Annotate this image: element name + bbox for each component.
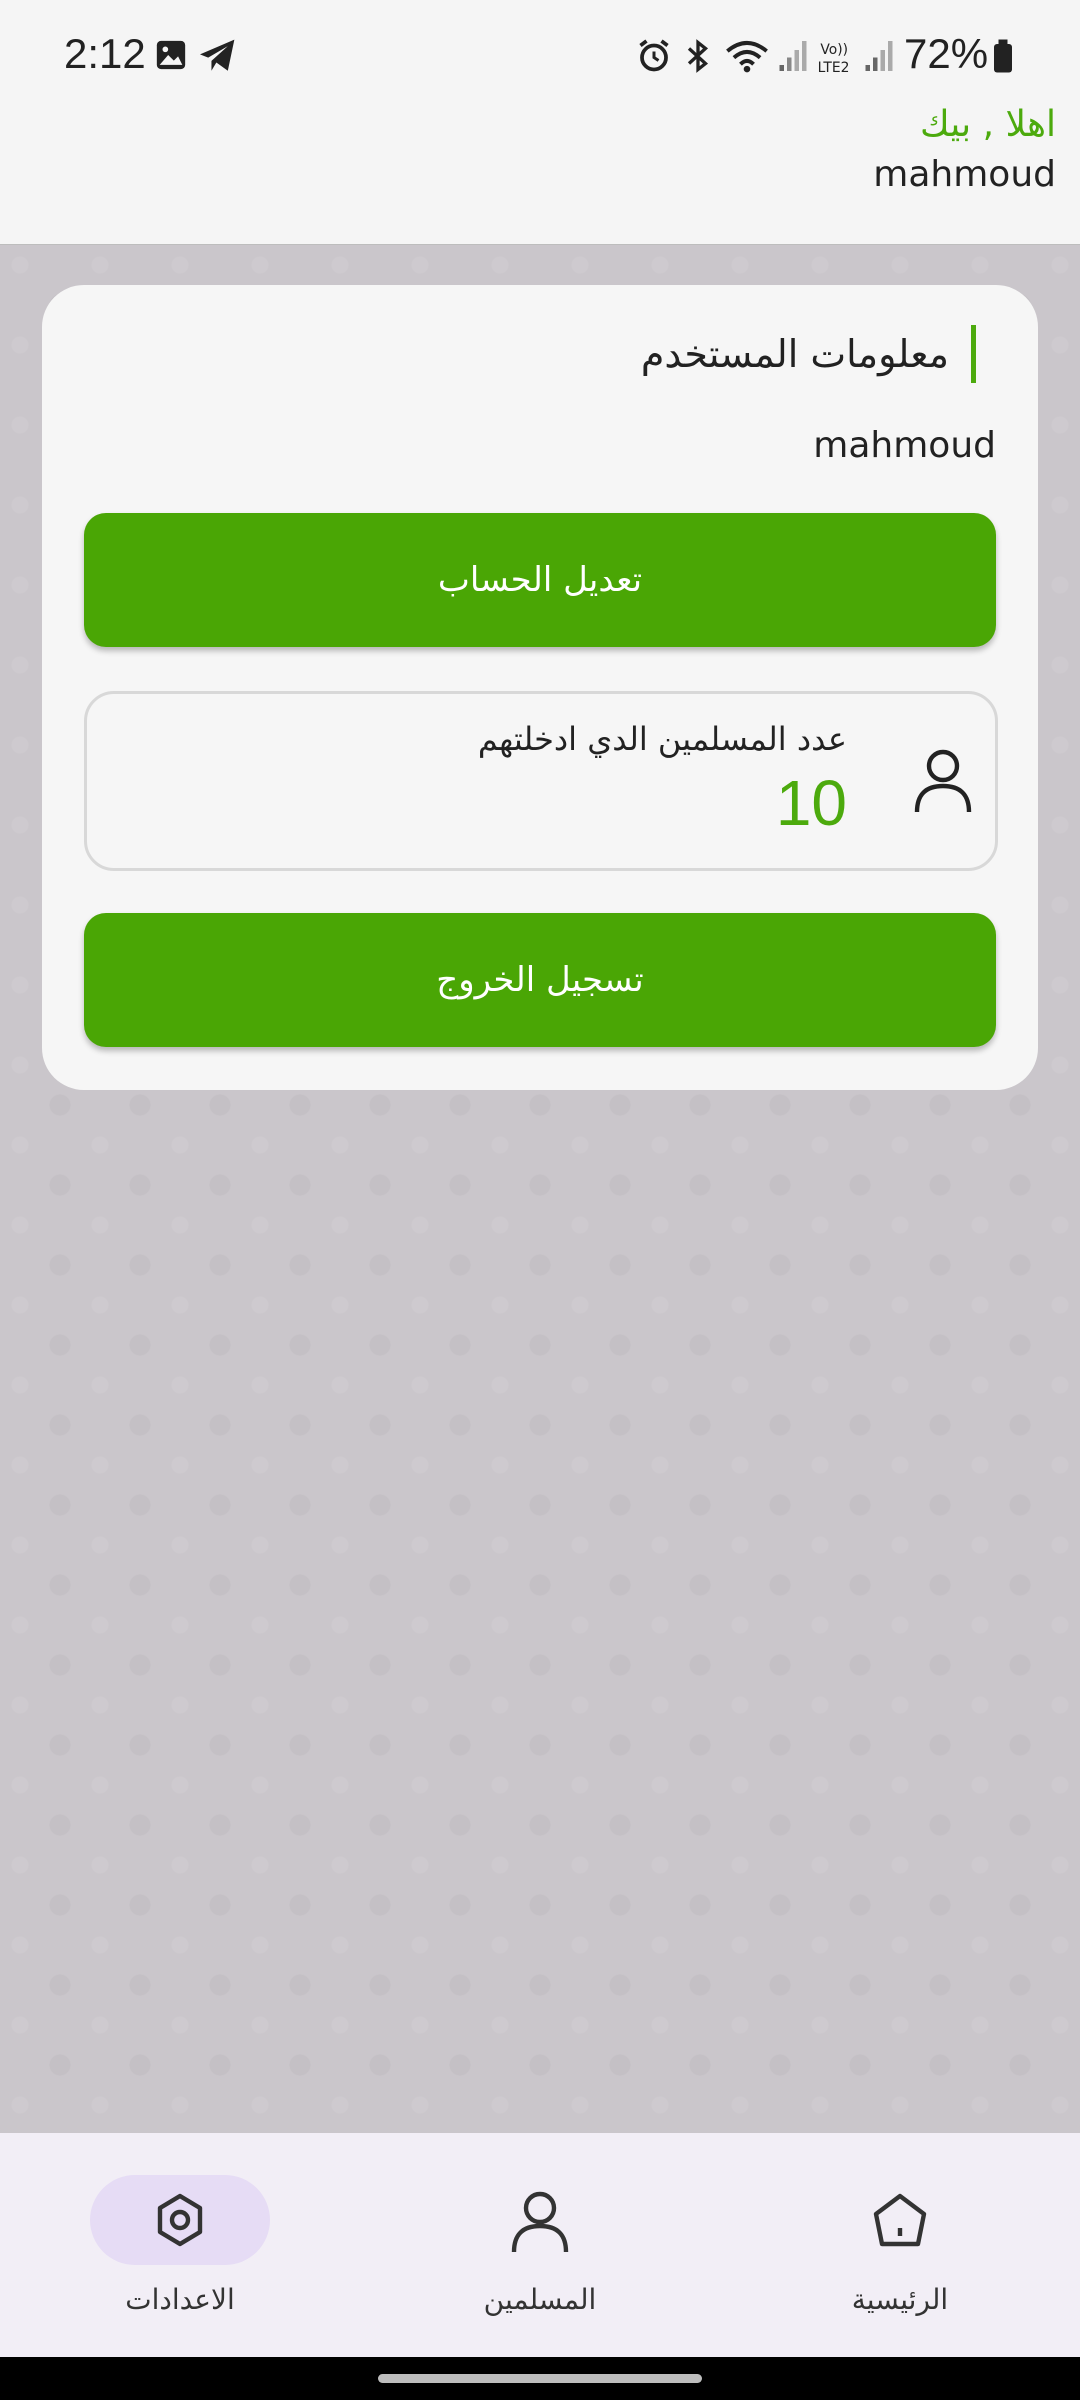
wifi-icon: [724, 38, 770, 78]
greeting-text: اهلا , بيك: [919, 104, 1056, 145]
signal-icon: [778, 38, 808, 78]
alarm-icon: [636, 38, 672, 78]
settings-icon: [150, 2190, 210, 2254]
gesture-handle[interactable]: [378, 2374, 702, 2383]
card-title: معلومات المستخدم: [640, 332, 949, 376]
person-icon: [913, 748, 973, 818]
edit-account-button[interactable]: تعديل الحساب: [84, 513, 996, 647]
status-time: 2:12: [64, 30, 146, 77]
bluetooth-icon: [682, 38, 714, 78]
person-icon: [510, 2190, 570, 2258]
bottom-navigation: الاعدادات المسلمين الرئيسية: [0, 2133, 1080, 2357]
card-username: mahmoud: [813, 425, 996, 466]
nav-label-home: الرئيسية: [851, 2283, 949, 2316]
nav-item-home[interactable]: الرئيسية: [720, 2133, 1080, 2357]
logout-button[interactable]: تسجيل الخروج: [84, 913, 996, 1047]
nav-label-muslims: المسلمين: [483, 2283, 597, 2316]
home-icon: [870, 2190, 930, 2254]
signal-icon: [864, 38, 894, 78]
nav-item-muslims[interactable]: المسلمين: [360, 2133, 720, 2357]
svg-text:Vo)): Vo)): [820, 42, 848, 58]
system-gesture-bar: [0, 2357, 1080, 2400]
stat-value: 10: [775, 767, 847, 839]
stat-label: عدد المسلمين الدي ادخلتهم: [477, 720, 847, 758]
top-header: 2:12 Vo)) LTE2 72% اهلا , بيك mahmoud: [0, 0, 1080, 245]
card-title-accent: معلومات المستخدم: [641, 325, 976, 383]
header-username: mahmoud: [873, 154, 1056, 195]
telegram-icon: [198, 38, 238, 78]
battery-icon: [992, 38, 1014, 78]
battery-percent: 72%: [904, 30, 989, 77]
entered-count-box: عدد المسلمين الدي ادخلتهم 10: [84, 691, 998, 871]
user-info-card: معلومات المستخدم mahmoud تعديل الحساب عد…: [42, 285, 1038, 1090]
svg-text:LTE2: LTE2: [818, 60, 850, 76]
volte-icon: Vo)) LTE2: [816, 40, 858, 80]
image-icon: [154, 38, 188, 76]
nav-label-settings: الاعدادات: [125, 2283, 235, 2316]
nav-item-settings[interactable]: الاعدادات: [0, 2133, 360, 2357]
